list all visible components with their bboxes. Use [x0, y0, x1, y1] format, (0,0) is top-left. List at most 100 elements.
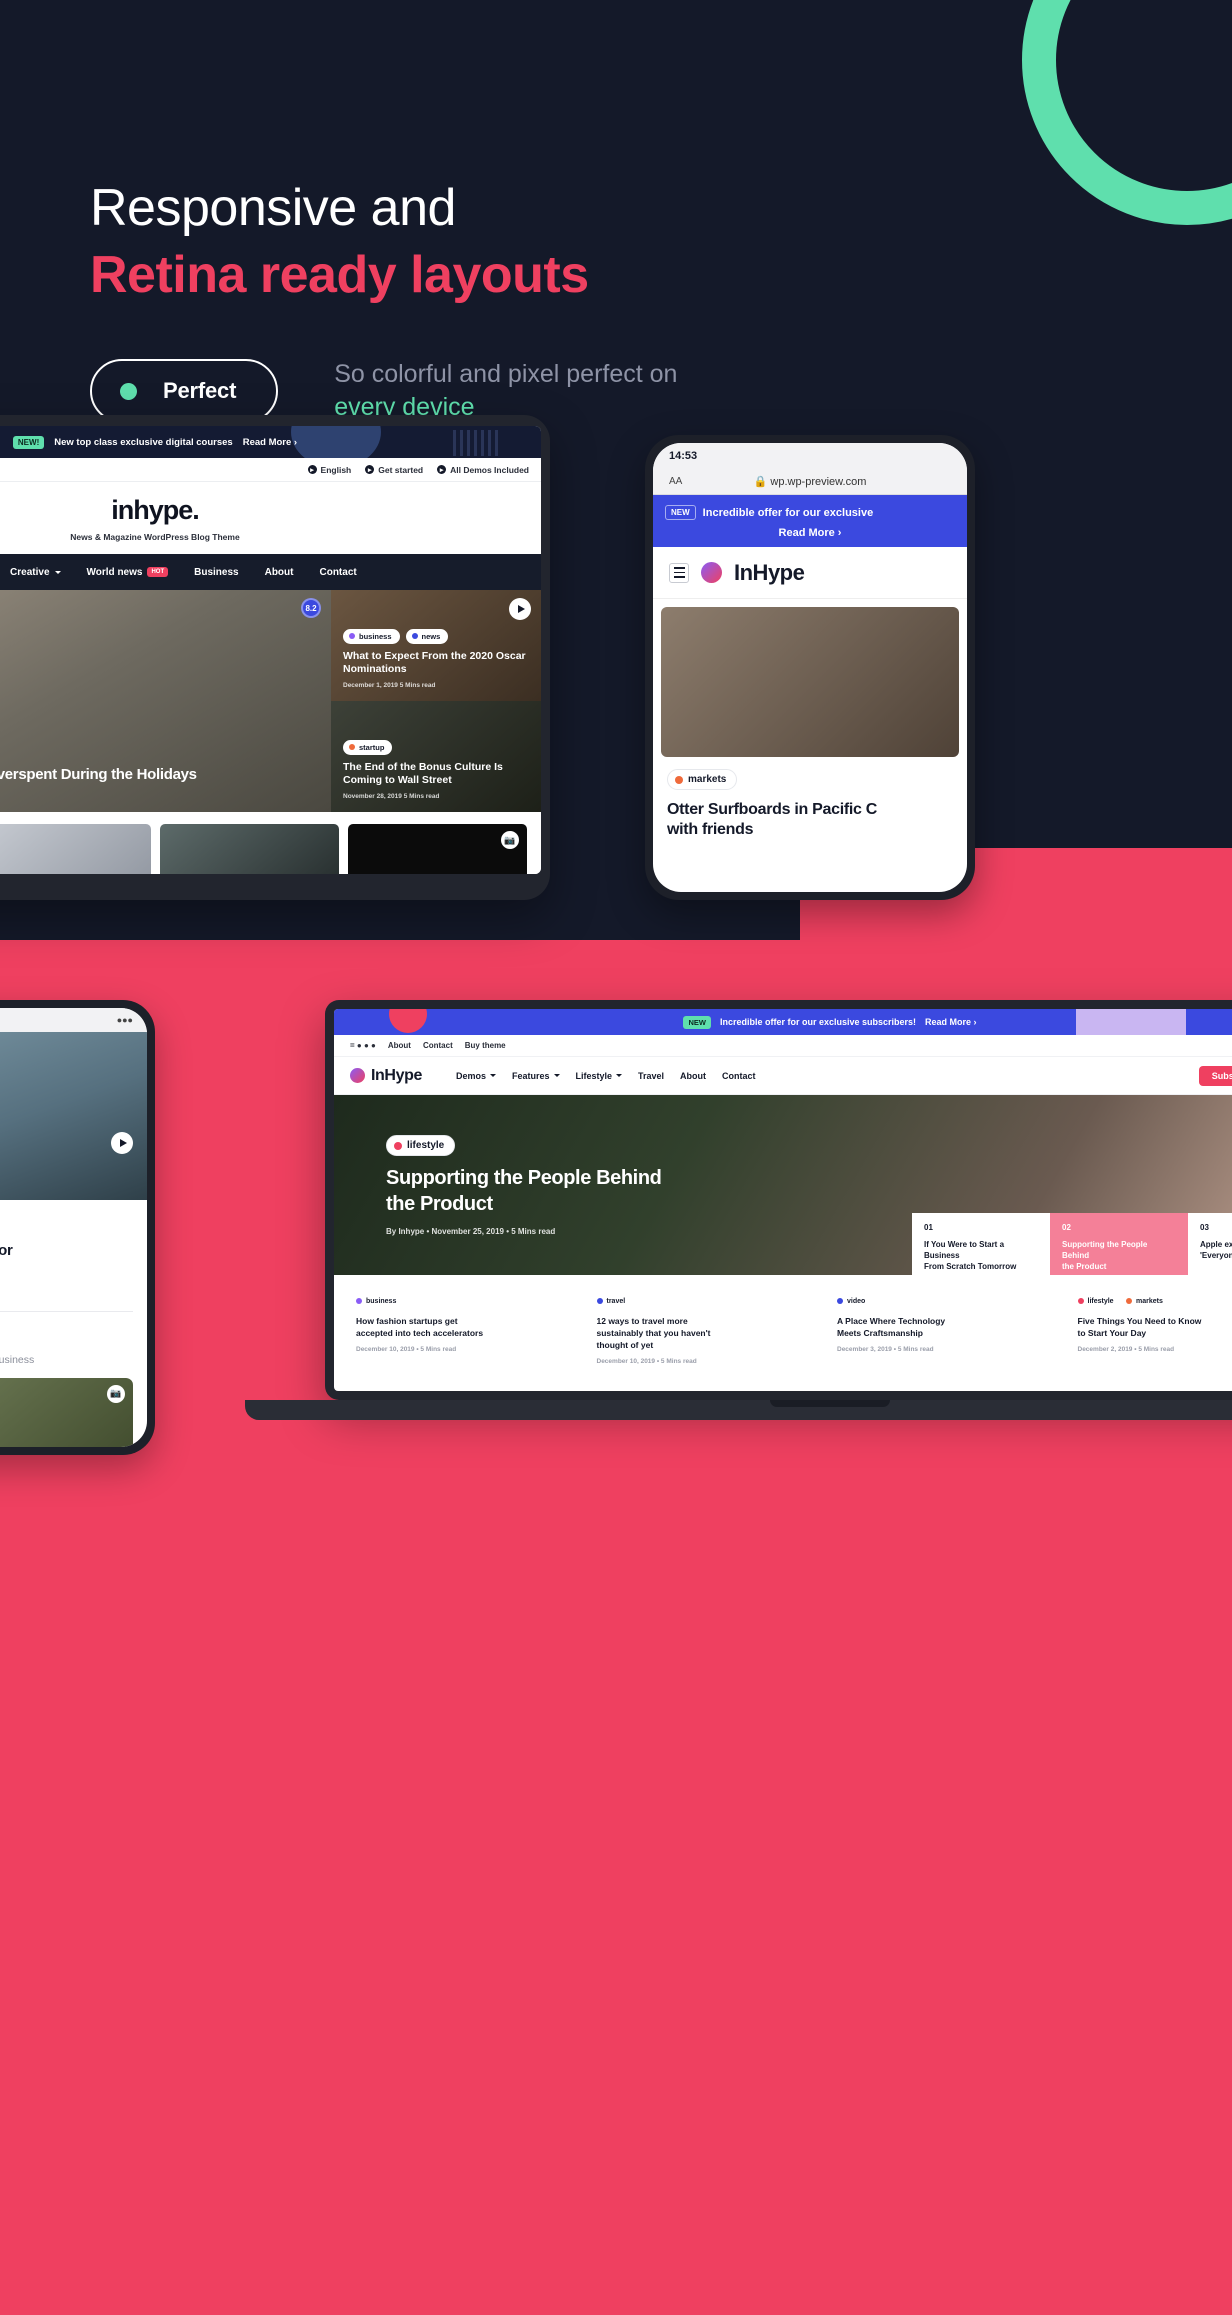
nav-item-world-news[interactable]: World news HOT: [87, 567, 169, 578]
tag-lifestyle[interactable]: lifestyle: [386, 1135, 456, 1156]
grid-article-title[interactable]: Five Things You Need to Know to Start Yo…: [1078, 1316, 1232, 1340]
grid-article-2[interactable]: travel 12 ways to travel more sustainabl…: [596, 1291, 824, 1365]
topbar-link-about[interactable]: About: [388, 1041, 411, 1050]
tag-travel[interactable]: travel: [596, 1297, 626, 1305]
score-badge: 8.2: [301, 598, 321, 618]
grid-article-3[interactable]: video A Place Where Technology Meets Cra…: [837, 1291, 1064, 1365]
slide-item-02[interactable]: 02 Supporting the People Behind the Prod…: [1050, 1213, 1188, 1275]
tag-startup[interactable]: startup: [343, 739, 393, 755]
globe-icon: ▸: [307, 465, 317, 474]
nav-item-travel[interactable]: Travel: [638, 1071, 664, 1081]
site-logo[interactable]: InHype: [350, 1067, 422, 1085]
slide-title: If You Were to Start a Business From Scr…: [924, 1240, 1017, 1271]
nav-item-creative[interactable]: Creative: [10, 567, 61, 578]
social-icons[interactable]: = ● ● ●: [350, 1041, 376, 1050]
side-article-title[interactable]: The End of the Bonus Culture Is Coming t…: [343, 761, 529, 788]
site-logo[interactable]: inhype.: [111, 495, 200, 526]
topbar-get-started[interactable]: ▸ Get started: [365, 465, 423, 475]
play-icon[interactable]: [111, 1132, 133, 1154]
grid-article-meta: December 3, 2019 • 5 Mins read: [837, 1345, 934, 1353]
site-logo[interactable]: InHype: [734, 560, 805, 586]
slide-title: Apple exp 'Everyone: [1200, 1240, 1232, 1260]
tag-lifestyle[interactable]: lifestyle: [1077, 1298, 1114, 1305]
featured-title[interactable]: What to Do if You Overspent During the H…: [0, 766, 315, 783]
tag-markets[interactable]: markets: [1126, 1298, 1163, 1305]
notice-read-more-link[interactable]: Read More ›: [665, 527, 955, 539]
featured-tags: creative strategy: [0, 743, 315, 758]
nav-item-business[interactable]: Business: [194, 567, 238, 578]
laptop-screen: NEW Incredible offer for our exclusive s…: [334, 1009, 1232, 1391]
side-article-title[interactable]: What to Expect From the 2020 Oscar Nomin…: [343, 650, 529, 677]
nav-label: Features: [511, 1070, 550, 1081]
nav-item-about[interactable]: About: [265, 567, 294, 578]
phone-header: InHype: [653, 547, 967, 599]
slide-item-03[interactable]: 03 Apple exp 'Everyone: [1188, 1213, 1232, 1275]
nav-item-lifestyle[interactable]: Lifestyle: [576, 1071, 623, 1081]
hamburger-menu-icon[interactable]: [669, 562, 689, 583]
phone-mockup-left: wp.wp-preview.com — частный доступ ●●● n…: [0, 1000, 155, 1455]
notice-row: NEW Incredible offer for our exclusive: [665, 505, 955, 520]
topbar-language-label: English: [320, 464, 352, 475]
grid-article-title[interactable]: How fashion startups get accepted into t…: [356, 1316, 583, 1340]
hero-article-meta: By Inhype • November 25, 2019 • 5 Mins r…: [386, 1227, 556, 1237]
article-title[interactable]: Might Be the Best City for Food: [0, 1242, 133, 1280]
tag-business[interactable]: business: [343, 628, 400, 644]
nav-item-features[interactable]: Features: [512, 1071, 560, 1081]
featured-image[interactable]: 📷: [0, 1377, 133, 1447]
article-title[interactable]: Otter Surfboards in Pacific C with frien…: [667, 800, 953, 840]
grid-article-title[interactable]: 12 ways to travel more sustainably that …: [597, 1316, 824, 1352]
hero-article-title[interactable]: Supporting the People Behind the Product: [386, 1166, 794, 1217]
nav-item-contact[interactable]: Contact: [722, 1071, 756, 1081]
slide-item-01[interactable]: 01 If You Were to Start a Business From …: [912, 1213, 1050, 1275]
notice-read-more-link[interactable]: Read More ›: [925, 1017, 977, 1027]
tag-markets[interactable]: markets: [667, 769, 738, 790]
laptop-top-bar: = ● ● ● About Contact Buy theme ⚙ Docume…: [334, 1035, 1232, 1057]
side-article-2[interactable]: startup The End of the Bonus Culture Is …: [331, 701, 541, 812]
grid-icon: ▸: [437, 465, 447, 474]
text-size-icon[interactable]: AA: [669, 476, 682, 487]
tag-business[interactable]: business: [356, 1298, 396, 1305]
thumbnail-2[interactable]: [0, 824, 151, 874]
thumbnail-4[interactable]: 📷: [347, 824, 527, 874]
tag-news[interactable]: news: [405, 628, 449, 644]
article-hero-image[interactable]: [0, 1032, 147, 1200]
tablet-main-nav: Demos Features Creative World newsHOT Bu…: [0, 554, 541, 590]
tag-label: markets: [688, 774, 727, 785]
nav-item-demos[interactable]: Demos: [456, 1071, 496, 1081]
grid-article-1[interactable]: business How fashion startups get accept…: [356, 1291, 583, 1365]
decorative-blob: [291, 426, 381, 458]
topbar-language-selector[interactable]: ▸ English: [307, 464, 352, 475]
new-badge: NEW: [683, 1015, 711, 1029]
tablet-featured-article[interactable]: 8.2 creative strategy What to Do if You …: [0, 590, 331, 812]
topbar-link-contact[interactable]: Contact: [423, 1041, 453, 1050]
nav-item-about[interactable]: About: [680, 1071, 706, 1081]
article-image[interactable]: [661, 607, 959, 757]
grid-article-4[interactable]: lifestyle markets Five Things You Need t…: [1077, 1291, 1232, 1365]
phone-left-url-bar[interactable]: wp.wp-preview.com — частный доступ ●●●: [0, 1008, 147, 1032]
phone-url-bar[interactable]: AA 🔒 wp.wp-preview.com: [653, 469, 967, 495]
notice-read-more-link[interactable]: Read More ›: [243, 437, 297, 448]
brand-logo-icon: [701, 562, 722, 583]
status-time: 14:53: [669, 450, 698, 462]
tag-label: travel: [606, 1297, 626, 1305]
laptop-hero-article[interactable]: lifestyle Supporting the People Behind t…: [334, 1095, 1232, 1275]
topbar-all-demos[interactable]: ▸ All Demos Included: [437, 465, 529, 475]
featured-subtext: rn how to start a startup and own busine…: [0, 1353, 35, 1366]
tag-video[interactable]: video: [837, 1298, 865, 1305]
laptop-notice-bar: NEW Incredible offer for our exclusive s…: [334, 1009, 1232, 1035]
side-article-overlay: startup The End of the Bonus Culture Is …: [343, 739, 529, 800]
laptop-article-grid: business How fashion startups get accept…: [334, 1275, 1232, 1365]
laptop-main-nav: Demos Features Lifestyle Travel About Co…: [456, 1071, 756, 1081]
featured-stories-section: Featured Stories rn how to start a start…: [0, 1310, 133, 1447]
nav-item-contact[interactable]: Contact: [319, 567, 356, 578]
topbar-link-buy-theme[interactable]: Buy theme: [465, 1041, 506, 1050]
tag-dot-icon: [1077, 1298, 1084, 1304]
perfect-button[interactable]: Perfect: [90, 359, 279, 424]
topbar-get-started-label: Get started: [378, 464, 424, 475]
thumbnail-3[interactable]: [159, 824, 339, 874]
side-article-1[interactable]: business news What to Expect From the 20…: [331, 590, 541, 701]
subscribe-button[interactable]: Subscribe: [1198, 1065, 1232, 1086]
play-icon[interactable]: [509, 598, 531, 620]
grid-article-title[interactable]: A Place Where Technology Meets Craftsman…: [837, 1316, 1064, 1340]
tag-label: business: [366, 1297, 397, 1305]
